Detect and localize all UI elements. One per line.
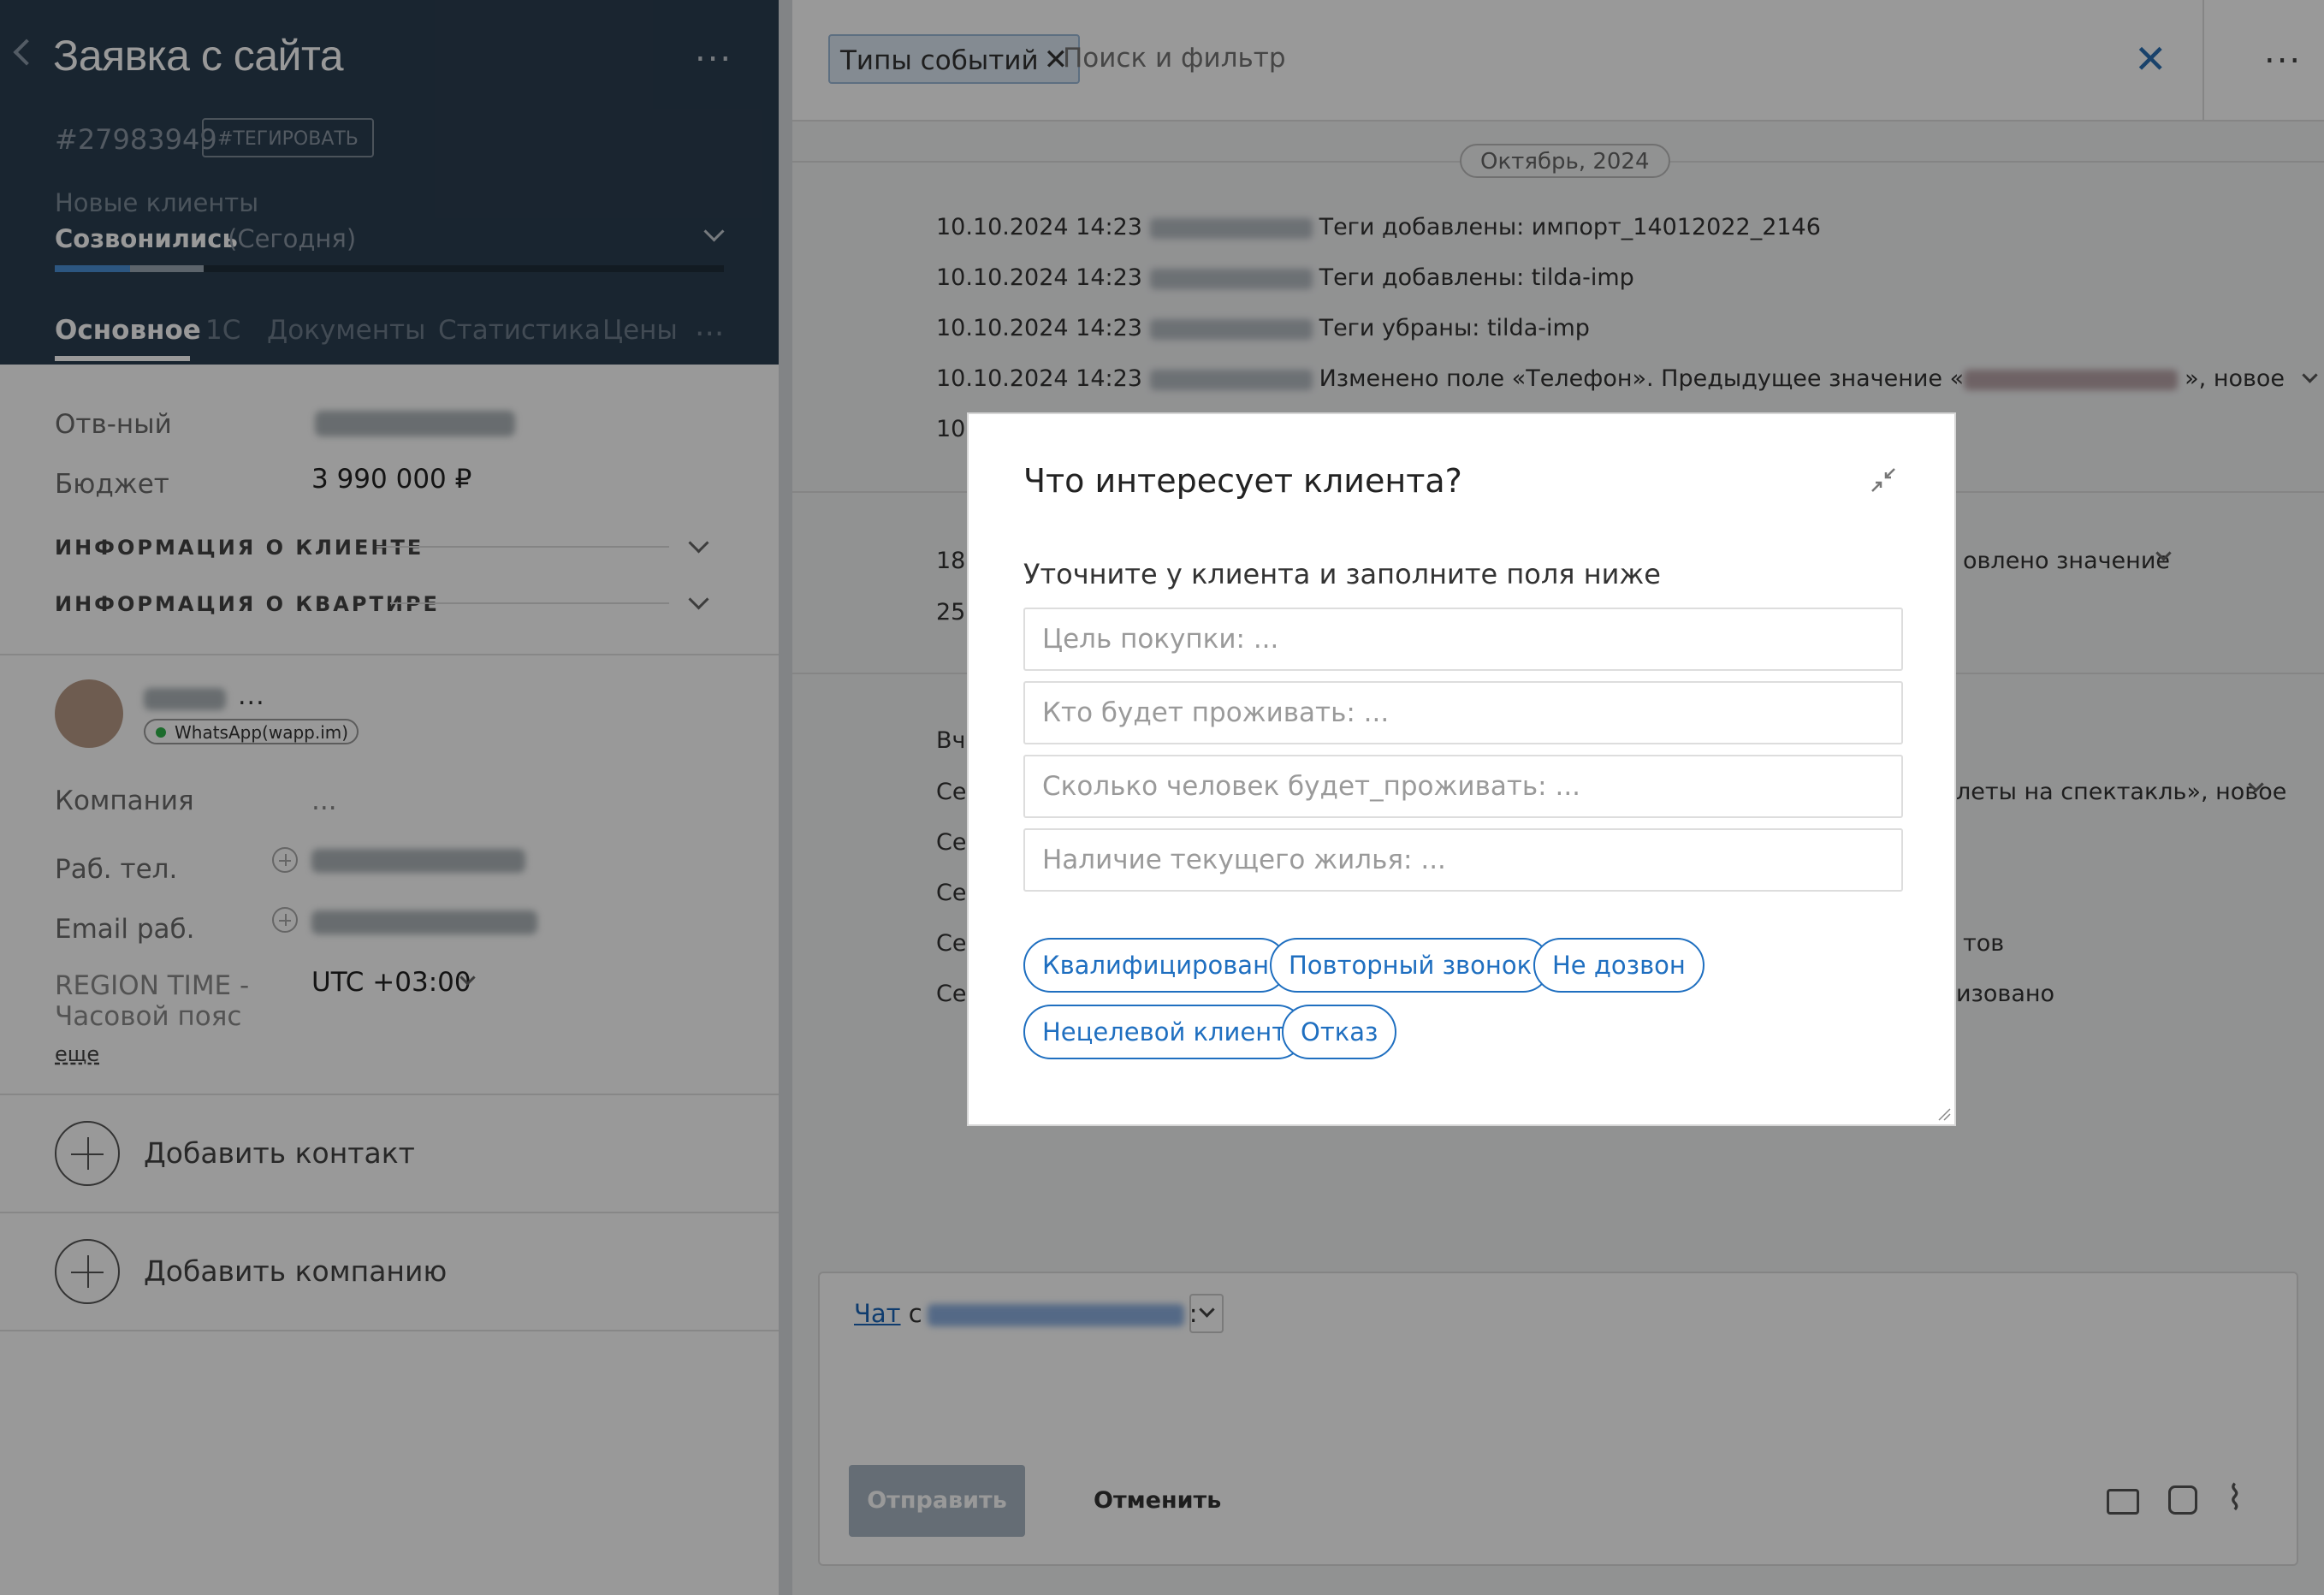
qualification-modal: Что интересует клиента? Уточните у клиен… xyxy=(967,412,1956,1126)
resize-handle-icon[interactable] xyxy=(1937,1107,1951,1121)
chip-qualified[interactable]: Квалифицирован xyxy=(1023,938,1289,993)
modal-title: Что интересует клиента? xyxy=(1023,462,1462,500)
chip-no-answer[interactable]: Не дозвон xyxy=(1533,938,1704,993)
current-housing-field[interactable] xyxy=(1023,828,1903,892)
collapse-icon[interactable] xyxy=(1869,465,1898,495)
chip-refusal[interactable]: Отказ xyxy=(1282,1005,1397,1059)
purchase-goal-field[interactable] xyxy=(1023,608,1903,671)
residents-field[interactable] xyxy=(1023,681,1903,744)
chip-non-target[interactable]: Нецелевой клиент xyxy=(1023,1005,1306,1059)
residents-count-field[interactable] xyxy=(1023,755,1903,818)
chip-callback[interactable]: Повторный звонок xyxy=(1270,938,1551,993)
modal-subtitle: Уточните у клиента и заполните поля ниже xyxy=(1023,558,1661,590)
